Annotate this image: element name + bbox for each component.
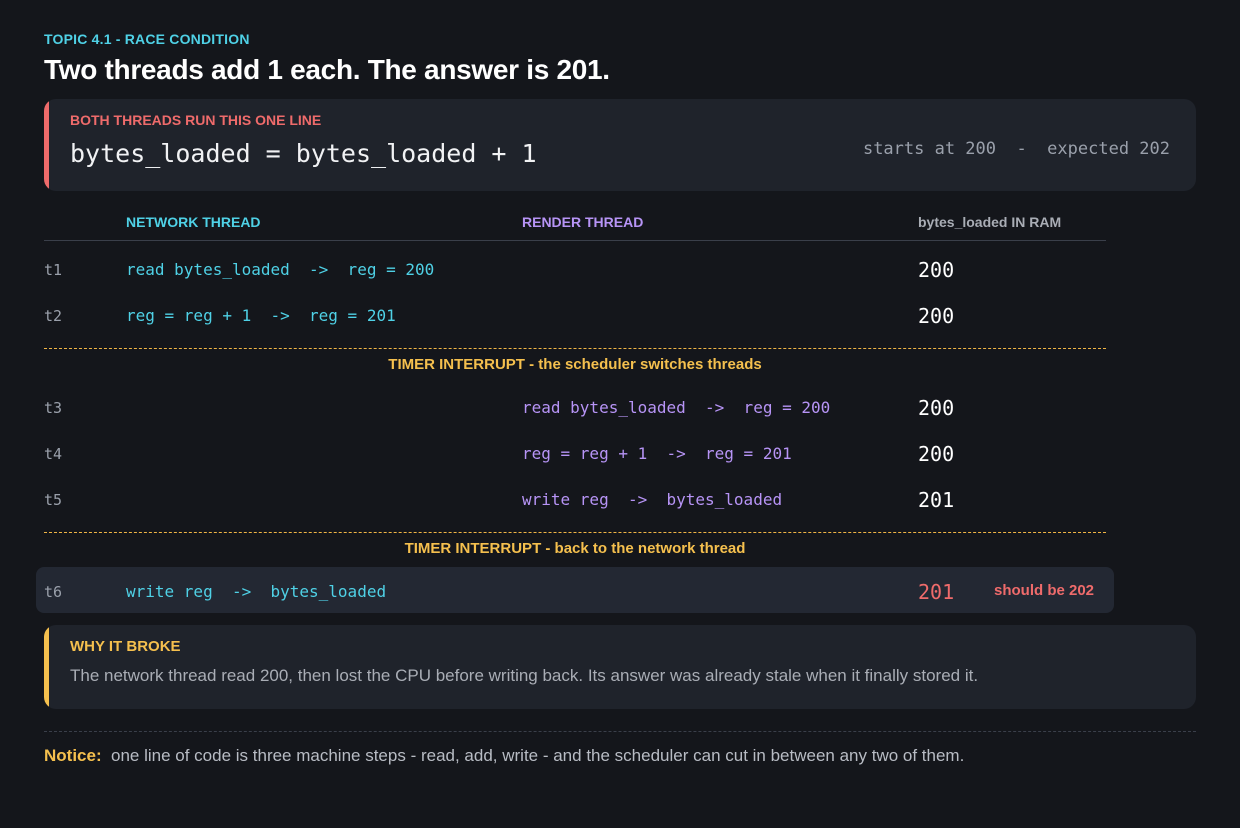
render-step: write reg -> bytes_loaded [522, 490, 783, 509]
header-divider [44, 240, 1106, 241]
why-card-accent-bar [44, 625, 49, 709]
why-card-label: WHY IT BROKE [70, 638, 181, 655]
interrupt-divider [44, 532, 1106, 533]
why-card: WHY IT BROKE The network thread read 200… [44, 625, 1196, 709]
render-step: reg = reg + 1 -> reg = 201 [522, 444, 792, 463]
page-title: Two threads add 1 each. The answer is 20… [44, 54, 610, 85]
ram-value: 201 [918, 488, 955, 512]
notice-text: one line of code is three machine steps … [111, 746, 965, 765]
interrupt-label: TIMER INTERRUPT - back to the network th… [404, 540, 746, 557]
ram-value: 200 [918, 442, 955, 466]
notice-label: Notice: [44, 746, 102, 765]
ram-value: 200 [918, 258, 955, 282]
interrupt-divider [44, 348, 1106, 349]
ram-value: 200 [918, 396, 955, 420]
time-label: t6 [44, 583, 63, 601]
network-step: write reg -> bytes_loaded [126, 582, 387, 601]
topic-label: TOPIC 4.1 - RACE CONDITION [44, 31, 250, 47]
ram-value: 200 [918, 304, 955, 328]
time-label: t2 [44, 307, 63, 325]
error-note: should be 202 [994, 582, 1095, 599]
why-card-text: The network thread read 200, then lost t… [70, 666, 979, 685]
column-header-render-thread: RENDER THREAD [522, 214, 644, 230]
column-header-network-thread: NETWORK THREAD [126, 214, 261, 230]
code-card-label: BOTH THREADS RUN THIS ONE LINE [70, 112, 322, 128]
time-label: t5 [44, 491, 63, 509]
column-header-ram: bytes_loaded IN RAM [918, 214, 1062, 230]
code-card-accent-bar [44, 99, 49, 191]
code-meta: starts at 200 - expected 202 [862, 139, 1170, 159]
render-step: read bytes_loaded -> reg = 200 [522, 398, 831, 417]
network-step: reg = reg + 1 -> reg = 201 [126, 306, 396, 325]
footer-divider [44, 731, 1196, 732]
interrupt-label: TIMER INTERRUPT - the scheduler switches… [388, 356, 762, 373]
code-card: BOTH THREADS RUN THIS ONE LINE bytes_loa… [44, 99, 1196, 191]
network-step: read bytes_loaded -> reg = 200 [126, 260, 435, 279]
code-line: bytes_loaded = bytes_loaded + 1 [70, 139, 537, 168]
time-label: t1 [44, 261, 63, 279]
time-label: t4 [44, 445, 63, 463]
ram-value-wrong: 201 [918, 580, 955, 604]
time-label: t3 [44, 399, 63, 417]
